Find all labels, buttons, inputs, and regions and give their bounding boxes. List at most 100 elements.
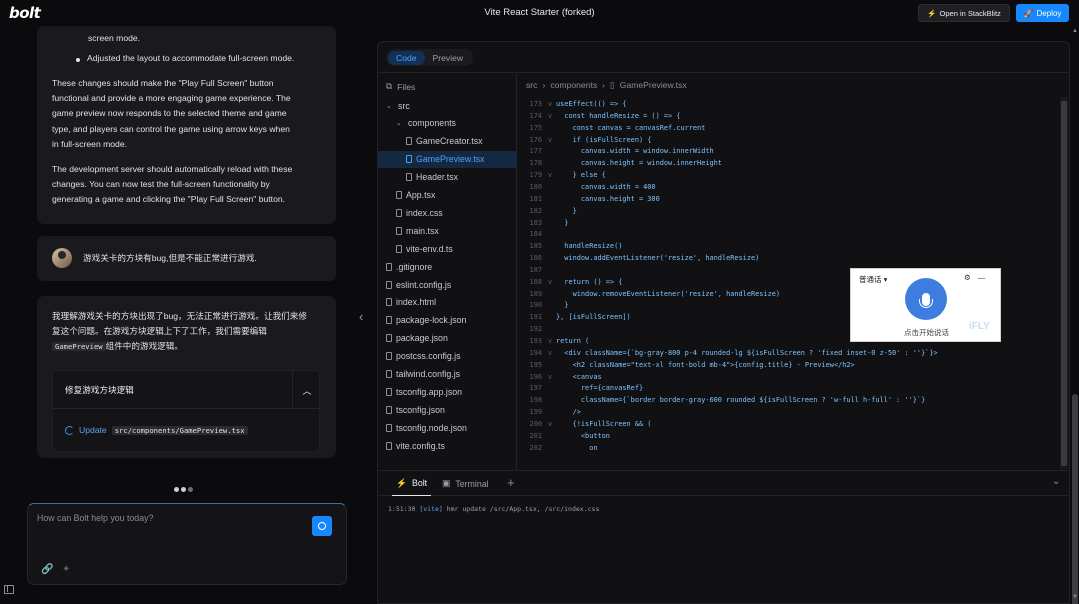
editor-scrollbar[interactable]: [1060, 97, 1068, 469]
inline-code: GamePreview: [52, 342, 106, 352]
line-number: 192: [529, 325, 542, 334]
code-text: canvas.width = window.innerWidth: [556, 147, 714, 156]
file-icon: [386, 298, 392, 307]
deploy-button[interactable]: 🚀 Deploy: [1016, 4, 1069, 22]
code-text: if (isFullScreen) {: [556, 135, 652, 144]
tree-folder[interactable]: ⌄ components: [378, 115, 517, 132]
assistant-paragraph: These changes should make the "Play Full…: [52, 78, 291, 149]
breadcrumb: src › components › ▯ GamePreview.tsx: [526, 80, 687, 91]
fold-icon[interactable]: v: [548, 170, 556, 182]
enhance-prompt-icon[interactable]: ✦: [62, 564, 70, 575]
line-number: 199: [529, 408, 542, 417]
artifact-header[interactable]: 修复游戏方块逻辑 ︿: [53, 371, 321, 409]
tree-file[interactable]: package.json: [378, 330, 517, 347]
line-number: 201: [529, 431, 542, 440]
tree-item-label: Header.tsx: [416, 172, 459, 183]
tab-preview[interactable]: Preview: [425, 51, 472, 65]
line-number: 188: [529, 277, 542, 286]
tree-file[interactable]: index.css: [378, 204, 517, 221]
prompt-input[interactable]: [37, 513, 307, 553]
tab-code[interactable]: Code: [388, 50, 425, 65]
line-number: 174: [529, 111, 542, 120]
fold-icon[interactable]: v: [548, 372, 556, 384]
file-icon: [386, 387, 392, 396]
action-file-path: src/components/GamePreview.tsx: [111, 425, 248, 435]
tree-file[interactable]: main.tsx: [378, 222, 517, 239]
tab-terminal[interactable]: ▣ Terminal: [442, 471, 489, 496]
fold-icon[interactable]: v: [548, 419, 556, 431]
microphone-button[interactable]: [905, 278, 947, 320]
file-icon: [386, 334, 392, 343]
tree-item-label: index.css: [406, 207, 443, 218]
fold-icon[interactable]: v: [548, 135, 556, 147]
terminal-tabs: ⚡ Bolt ▣ Terminal + ⌄: [378, 470, 1069, 496]
tree-file[interactable]: App.tsx: [378, 187, 517, 204]
sidebar-toggle-icon[interactable]: [4, 585, 14, 594]
tree-file[interactable]: Header.tsx: [378, 169, 517, 186]
code-text: canvas.height = window.innerHeight: [556, 159, 722, 168]
fold-icon[interactable]: v: [548, 336, 556, 348]
code-text: <button: [556, 431, 610, 440]
breadcrumb-item[interactable]: GamePreview.tsx: [620, 80, 687, 91]
file-icon: [406, 173, 412, 182]
tree-file[interactable]: postcss.config.js: [378, 348, 517, 365]
line-number: 184: [529, 230, 542, 239]
fold-icon[interactable]: v: [548, 99, 556, 111]
terminal-output[interactable]: 1:51:30 [vite] hmr update /src/App.tsx, …: [388, 505, 599, 513]
add-terminal-icon[interactable]: +: [507, 475, 515, 490]
tree-file[interactable]: .gitignore: [378, 258, 517, 275]
chevron-left-icon[interactable]: ‹: [359, 309, 363, 324]
tree-file[interactable]: GamePreview.tsx: [378, 150, 517, 168]
breadcrumb-item[interactable]: src: [526, 80, 537, 91]
fold-icon[interactable]: v: [548, 348, 556, 360]
language-selector[interactable]: 普通话 ▾: [859, 274, 887, 285]
attach-icon[interactable]: 🔗: [41, 564, 53, 575]
tree-file[interactable]: eslint.config.js: [378, 276, 517, 293]
code-line: 195 <h2 className="text-xl font-bold mb-…: [518, 360, 1058, 372]
tree-file[interactable]: vite-env.d.ts: [378, 240, 517, 257]
line-number: 176: [529, 135, 542, 144]
action-verb: Update: [79, 425, 107, 435]
tree-item-label: src: [398, 100, 410, 111]
line-number: 178: [529, 159, 542, 168]
tree-folder[interactable]: ⌄ src: [378, 97, 517, 114]
rocket-icon: 🚀: [1023, 8, 1034, 18]
tree-item-label: index.html: [396, 297, 437, 308]
tree-file[interactable]: GameCreator.tsx: [378, 133, 517, 150]
tree-file[interactable]: vite.config.ts: [378, 437, 517, 454]
tree-file[interactable]: tsconfig.json: [378, 401, 517, 418]
code-text: useEffect(() => {: [556, 100, 627, 108]
send-button[interactable]: [312, 516, 332, 536]
page-scrollbar[interactable]: ▲ ▼: [1071, 26, 1079, 604]
avatar: [52, 248, 72, 268]
user-message-text: 游戏关卡的方块有bug,但是不能正常进行游戏.: [83, 253, 257, 263]
code-line: 202 on: [518, 443, 1058, 455]
microphone-icon: [919, 292, 933, 308]
code-text: window.removeEventListener('resize', han…: [556, 289, 781, 298]
tree-file[interactable]: tsconfig.node.json: [378, 419, 517, 436]
tree-file[interactable]: index.html: [378, 294, 517, 311]
tree-file[interactable]: tsconfig.app.json: [378, 383, 517, 400]
deploy-button-label: Deploy: [1036, 8, 1062, 18]
code-line: 184: [518, 229, 1058, 241]
open-in-stackblitz-button[interactable]: ⚡ Open in StackBlitz: [918, 4, 1010, 22]
chevron-up-icon[interactable]: ︿: [292, 371, 321, 409]
fold-icon[interactable]: v: [548, 277, 556, 289]
file-icon: [396, 191, 402, 199]
code-text: }, [isFullScreen]): [556, 313, 631, 322]
tab-bolt-terminal[interactable]: ⚡ Bolt: [392, 471, 432, 496]
chevron-down-icon[interactable]: ⌄: [1052, 476, 1060, 487]
breadcrumb-item[interactable]: components: [550, 80, 597, 91]
close-icon[interactable]: —: [978, 273, 986, 282]
line-number: 177: [529, 147, 542, 156]
tree-file[interactable]: package-lock.json: [378, 312, 517, 329]
artifact-title: 修复游戏方块逻辑: [65, 385, 134, 395]
code-text: }: [556, 218, 569, 227]
fold-icon[interactable]: v: [548, 111, 556, 123]
code-line: 176 v if (isFullScreen) {: [518, 135, 1058, 147]
code-line: 180 canvas.width = 400: [518, 182, 1058, 194]
tree-item-label: tsconfig.app.json: [396, 386, 463, 397]
code-text: }: [556, 301, 569, 310]
settings-icon[interactable]: ⚙: [964, 273, 971, 282]
tree-file[interactable]: tailwind.config.js: [378, 366, 517, 383]
